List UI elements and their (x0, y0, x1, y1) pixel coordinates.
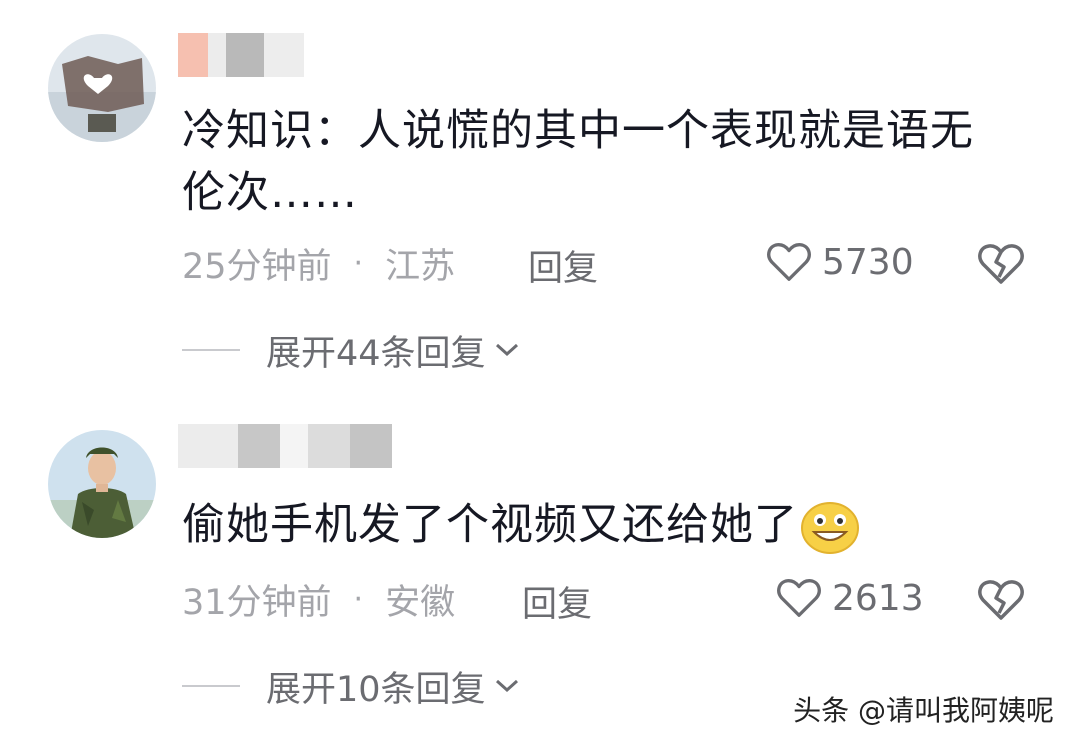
avatar-image (48, 430, 156, 538)
broken-heart-icon (978, 580, 1024, 620)
meta-separator: · (353, 581, 364, 617)
comment-text-line: 伦次…… (182, 168, 358, 218)
comment-text-line: 偷她手机发了个视频又还给她了 (182, 500, 798, 550)
divider-line (182, 685, 240, 687)
heart-icon (767, 243, 811, 281)
comment-text: 偷她手机发了个视频又还给她了 (182, 494, 860, 556)
like-count: 2613 (832, 577, 924, 619)
dislike-button[interactable] (977, 242, 1025, 290)
timestamp: 31分钟前 (182, 582, 332, 623)
username[interactable] (178, 424, 392, 468)
comment-meta: 31分钟前 · 安徽 (182, 574, 455, 624)
chevron-down-icon (495, 343, 518, 357)
reply-button[interactable]: 回复 (528, 240, 598, 291)
dislike-button[interactable] (977, 578, 1025, 626)
comment-meta: 25分钟前 · 江苏 (182, 238, 455, 288)
username[interactable] (178, 33, 304, 77)
like-button[interactable]: 2613 (776, 576, 924, 620)
timestamp: 25分钟前 (182, 246, 332, 287)
expand-replies-label: 展开44条回复 (266, 333, 486, 374)
avatar[interactable] (48, 34, 156, 142)
chevron-down-icon (495, 679, 518, 693)
avatar-image (48, 34, 156, 142)
watermark: 头条 @请叫我阿姨呢 (793, 694, 1054, 727)
broken-heart-icon (978, 244, 1024, 284)
divider-line (182, 349, 240, 351)
reply-button[interactable]: 回复 (522, 576, 592, 627)
comment-text: 冷知识：人说慌的其中一个表现就是语无 伦次…… (182, 100, 974, 224)
location: 安徽 (385, 582, 456, 623)
grin-emoji-icon (801, 501, 859, 554)
heart-icon (777, 579, 821, 617)
comment-text-line: 冷知识：人说慌的其中一个表现就是语无 (182, 106, 974, 156)
location: 江苏 (385, 246, 456, 287)
like-count: 5730 (822, 241, 914, 283)
expand-replies-button[interactable]: 展开44条回复 (182, 328, 520, 374)
expand-replies-button[interactable]: 展开10条回复 (182, 664, 520, 710)
like-button[interactable]: 5730 (766, 240, 914, 284)
meta-separator: · (353, 245, 364, 281)
avatar[interactable] (48, 430, 156, 538)
expand-replies-label: 展开10条回复 (266, 669, 486, 710)
